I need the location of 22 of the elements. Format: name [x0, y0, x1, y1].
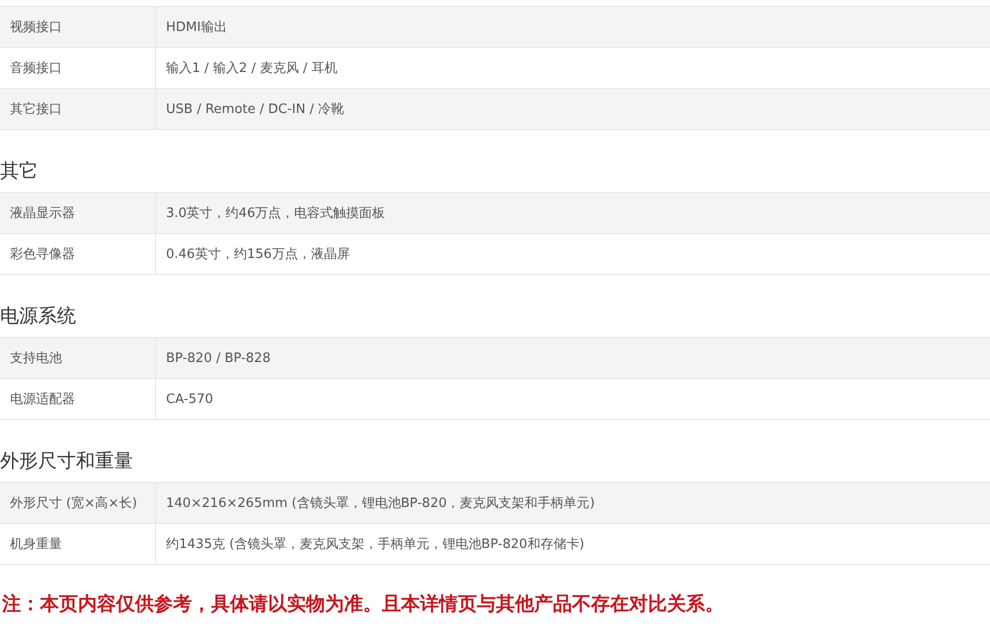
spec-value: 约1435克 (含镜头罩，麦克风支架，手柄单元，锂电池BP-820和存储卡) [165, 536, 584, 554]
section-heading: 其它 [0, 159, 39, 184]
spec-value: 3.0英寸，约46万点，电容式触摸面板 [165, 205, 386, 223]
spec-value: CA-570 [165, 390, 214, 408]
spec-label: 电源适配器 [0, 379, 156, 419]
spec-value: HDMI输出 [165, 19, 227, 37]
spec-label: 机身重量 [0, 524, 156, 564]
spec-value: USB / Remote / DC-IN / 冷靴 [165, 101, 344, 119]
section-heading: 电源系统 [0, 304, 77, 329]
spec-label: 彩色寻像器 [0, 234, 156, 274]
spec-label: 支持电池 [0, 338, 156, 378]
spec-value: 输入1 / 输入2 / 麦克风 / 耳机 [165, 60, 338, 78]
spec-value: 140×216×265mm (含镜头罩，锂电池BP-820，麦克风支架和手柄单元) [165, 495, 595, 513]
spec-value: 0.46英寸，约156万点，液晶屏 [165, 246, 350, 264]
spec-value: BP-820 / BP-828 [165, 350, 271, 368]
spec-label: 视频接口 [0, 7, 156, 47]
spec-label: 其它接口 [0, 89, 156, 129]
disclaimer-note: 注：本页内容仅供参考，具体请以实物为准。且本详情页与其他产品不存在对比关系。 [0, 592, 725, 617]
spec-label: 音频接口 [0, 48, 156, 88]
section-heading: 外形尺寸和重量 [0, 449, 134, 474]
spec-label: 外形尺寸 (宽×高×长) [0, 483, 156, 523]
spec-label: 液晶显示器 [0, 193, 156, 233]
